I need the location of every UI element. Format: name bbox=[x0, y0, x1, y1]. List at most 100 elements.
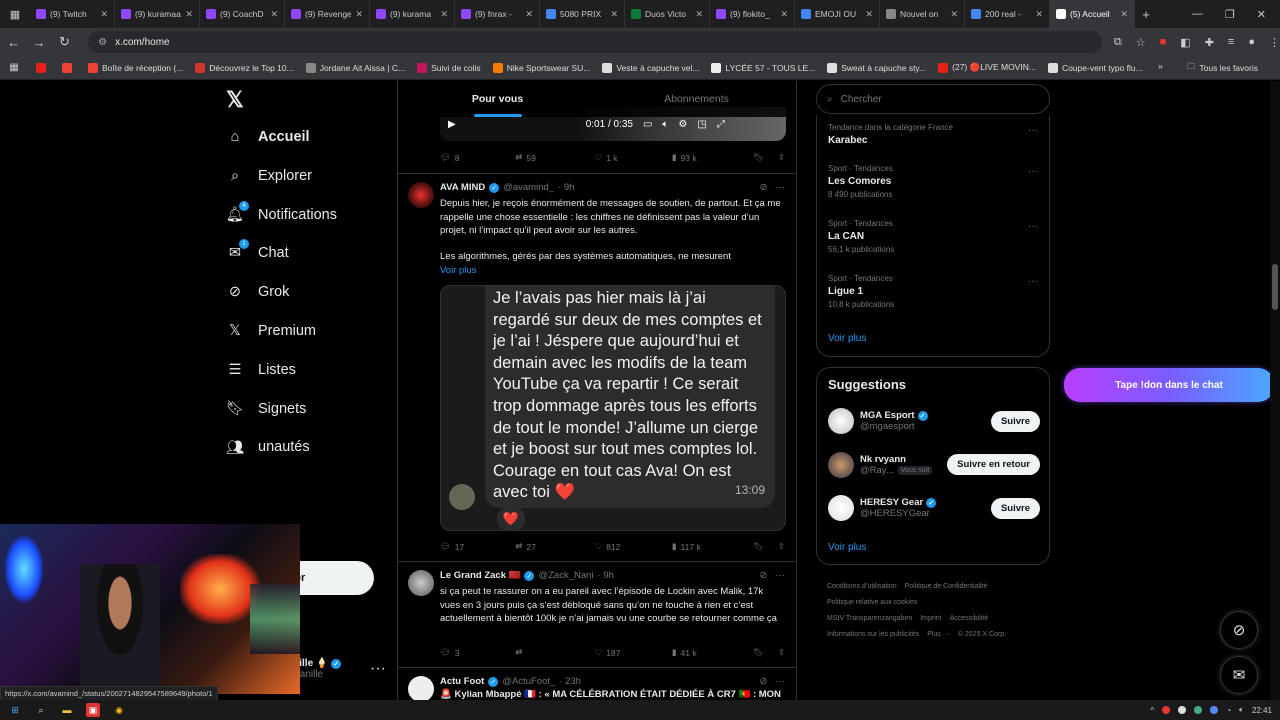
nav-item-accueil[interactable]: ⌂ Accueil bbox=[226, 128, 310, 146]
grok-icon[interactable]: ⊘ bbox=[760, 676, 768, 687]
browser-tab[interactable]: (9) fnrax - ✕ bbox=[455, 0, 540, 28]
reply-button[interactable]: 💬︎ 8 bbox=[440, 152, 515, 163]
bookmark-item[interactable]: Découvrez le Top 10... bbox=[195, 62, 294, 73]
wifi-icon[interactable]: ◔ bbox=[1226, 706, 1231, 715]
profile-avatar[interactable]: ● bbox=[1248, 36, 1255, 49]
windows-start-icon[interactable]: ⊞ bbox=[8, 703, 22, 717]
follow-button[interactable]: Suivre en retour bbox=[947, 454, 1040, 475]
tweet-time[interactable]: · 9h bbox=[598, 570, 614, 581]
trend-item[interactable]: Sport · Tendances Les Comores 8 490 public… bbox=[828, 164, 1038, 199]
trend-item[interactable]: Tendance dans la catégorie France Karabec… bbox=[828, 123, 1038, 146]
scrollbar[interactable] bbox=[1270, 81, 1280, 703]
close-tab-icon[interactable]: ✕ bbox=[865, 9, 873, 20]
close-tab-icon[interactable]: ✕ bbox=[270, 9, 278, 20]
tray-app-icon[interactable] bbox=[1162, 706, 1171, 714]
browser-tab[interactable]: (5) Accueil ✕ bbox=[1050, 0, 1135, 28]
bookmark-item[interactable]: Jordane Ait Aissa | C... bbox=[305, 62, 405, 73]
chrome-icon[interactable]: ◉ bbox=[112, 703, 126, 717]
nav-item-premium[interactable]: 𝕏 Premium bbox=[226, 322, 316, 340]
footer-link[interactable]: MStV Transparenzangaben bbox=[827, 615, 912, 622]
voir-plus-link[interactable]: Voir plus bbox=[440, 264, 782, 278]
footer-link[interactable]: Conditions d’utilisation bbox=[827, 583, 897, 590]
more-icon[interactable]: ··· bbox=[370, 660, 386, 678]
nav-item-listes[interactable]: ☰ Listes bbox=[226, 361, 296, 379]
close-tab-icon[interactable]: ✕ bbox=[440, 9, 448, 20]
nav-item-notifications[interactable]: 🔔︎ 4 Notifications bbox=[226, 200, 337, 224]
close-tab-icon[interactable]: ✕ bbox=[610, 9, 618, 20]
footer-link[interactable]: Politique relative aux cookies bbox=[827, 599, 917, 606]
browser-tab[interactable]: (9) kuramaaa ✕ bbox=[115, 0, 200, 28]
avatar[interactable] bbox=[408, 676, 434, 702]
nav-item-unautés[interactable]: 👥︎ unautés bbox=[226, 438, 310, 456]
bookmark-icon[interactable]: 🔖︎ bbox=[753, 647, 764, 658]
volume-icon[interactable]: 🔈︎ bbox=[662, 119, 668, 130]
follow-button[interactable]: Suivre bbox=[990, 497, 1040, 519]
close-tab-icon[interactable]: ✕ bbox=[355, 9, 363, 20]
reload-icon[interactable]: ↻ bbox=[53, 34, 76, 50]
footer-link[interactable]: Imprint bbox=[920, 615, 941, 622]
minimize-icon[interactable]: — bbox=[1192, 8, 1203, 21]
nav-item-grok[interactable]: ⊘ Grok bbox=[226, 283, 290, 301]
footer-link[interactable]: © 2025 X Corp. bbox=[958, 631, 1006, 638]
more-icon[interactable]: ··· bbox=[1028, 166, 1038, 177]
scrollbar-thumb[interactable] bbox=[1272, 264, 1278, 310]
site-info-icon[interactable]: ⚙ bbox=[98, 37, 107, 48]
reply-button[interactable]: 💬︎ 17 bbox=[440, 541, 515, 552]
settings-icon[interactable]: ⚙ bbox=[678, 119, 687, 130]
retweet-button[interactable]: ⇄ bbox=[515, 647, 594, 658]
menu-icon[interactable]: ⋮ bbox=[1269, 36, 1280, 49]
voir-plus-link[interactable]: Voir plus bbox=[828, 542, 866, 553]
author-handle[interactable]: @Zack_Nani bbox=[538, 570, 593, 581]
bookmark-item[interactable]: LYCÉE 57 - TOUS LE... bbox=[711, 62, 815, 73]
browser-tab[interactable]: (9) kurama ✕ bbox=[370, 0, 455, 28]
footer-link[interactable]: Accessibilité bbox=[950, 615, 989, 622]
maximize-icon[interactable]: ❐ bbox=[1225, 8, 1235, 21]
x-logo[interactable]: 𝕏 bbox=[226, 87, 244, 113]
media-icon[interactable]: ≡ bbox=[1228, 36, 1234, 49]
tray-app-icon[interactable] bbox=[1210, 706, 1219, 714]
close-tab-icon[interactable]: ✕ bbox=[1120, 9, 1128, 20]
share-icon[interactable]: ⇪ bbox=[778, 647, 785, 658]
install-icon[interactable]: ⧉ bbox=[1114, 36, 1122, 49]
views-button[interactable]: ▮ 93 k bbox=[672, 152, 753, 163]
tweet-image[interactable]: Je l’avais pas hier mais là j’ai regardé… bbox=[440, 285, 786, 531]
tray-chevron-icon[interactable]: ^ bbox=[1151, 706, 1155, 715]
puzzle-icon[interactable]: ✚ bbox=[1205, 36, 1214, 49]
fullscreen-icon[interactable]: ⤢ bbox=[717, 119, 725, 130]
close-tab-icon[interactable]: ✕ bbox=[1035, 9, 1043, 20]
browser-tab[interactable]: EMOJI OU ✕ bbox=[795, 0, 880, 28]
author-name[interactable]: AVA MIND bbox=[440, 182, 485, 193]
search-input[interactable]: ⌕ Chercher bbox=[816, 84, 1050, 114]
bookmark-item[interactable]: Suivi de colis bbox=[417, 62, 481, 73]
bookmark-item[interactable]: Coupe-vent typo flu... bbox=[1047, 62, 1143, 73]
close-tab-icon[interactable]: ✕ bbox=[695, 9, 703, 20]
extension-icon[interactable]: ◧ bbox=[1180, 36, 1190, 49]
like-button[interactable]: ♡ 1 k bbox=[595, 152, 672, 163]
tray-app-icon[interactable] bbox=[1178, 706, 1187, 714]
close-tab-icon[interactable]: ✕ bbox=[185, 9, 193, 20]
tab-abonnements[interactable]: Abonnements bbox=[597, 81, 796, 117]
bookmark-item[interactable]: Veste à capuche vel... bbox=[602, 62, 699, 73]
tab-pour-vous[interactable]: Pour vous bbox=[398, 81, 597, 117]
author-handle[interactable]: @avamind_ bbox=[503, 182, 554, 193]
views-button[interactable]: ▮ 117 k bbox=[672, 541, 753, 552]
browser-tab[interactable]: Duos Victo ✕ bbox=[625, 0, 710, 28]
avatar[interactable] bbox=[828, 408, 854, 434]
messages-fab[interactable]: ✉︎ bbox=[1220, 656, 1258, 694]
bookmark-item[interactable] bbox=[36, 62, 50, 73]
browser-tab[interactable]: 5080 PRIX ✕ bbox=[540, 0, 625, 28]
close-tab-icon[interactable]: ✕ bbox=[525, 9, 533, 20]
author-handle[interactable]: @ActuFoot_ bbox=[502, 676, 555, 687]
apps-icon[interactable]: ▦ bbox=[2, 62, 26, 73]
reply-button[interactable]: 💬︎ 3 bbox=[440, 647, 515, 658]
like-button[interactable]: ♡ 812 bbox=[595, 541, 672, 552]
views-button[interactable]: ▮ 41 k bbox=[672, 647, 753, 658]
more-icon[interactable]: ··· bbox=[776, 182, 786, 193]
bookmark-icon[interactable]: 🔖︎ bbox=[753, 541, 764, 552]
more-icon[interactable]: ··· bbox=[1028, 276, 1038, 287]
forward-icon[interactable]: → bbox=[27, 35, 50, 50]
bookmark-item[interactable]: (27) 🔴LIVE MOVIN... bbox=[938, 62, 1036, 73]
volume-icon[interactable]: 🔈︎ bbox=[1239, 705, 1244, 715]
close-tab-icon[interactable]: ✕ bbox=[950, 9, 958, 20]
avatar[interactable] bbox=[408, 570, 434, 596]
